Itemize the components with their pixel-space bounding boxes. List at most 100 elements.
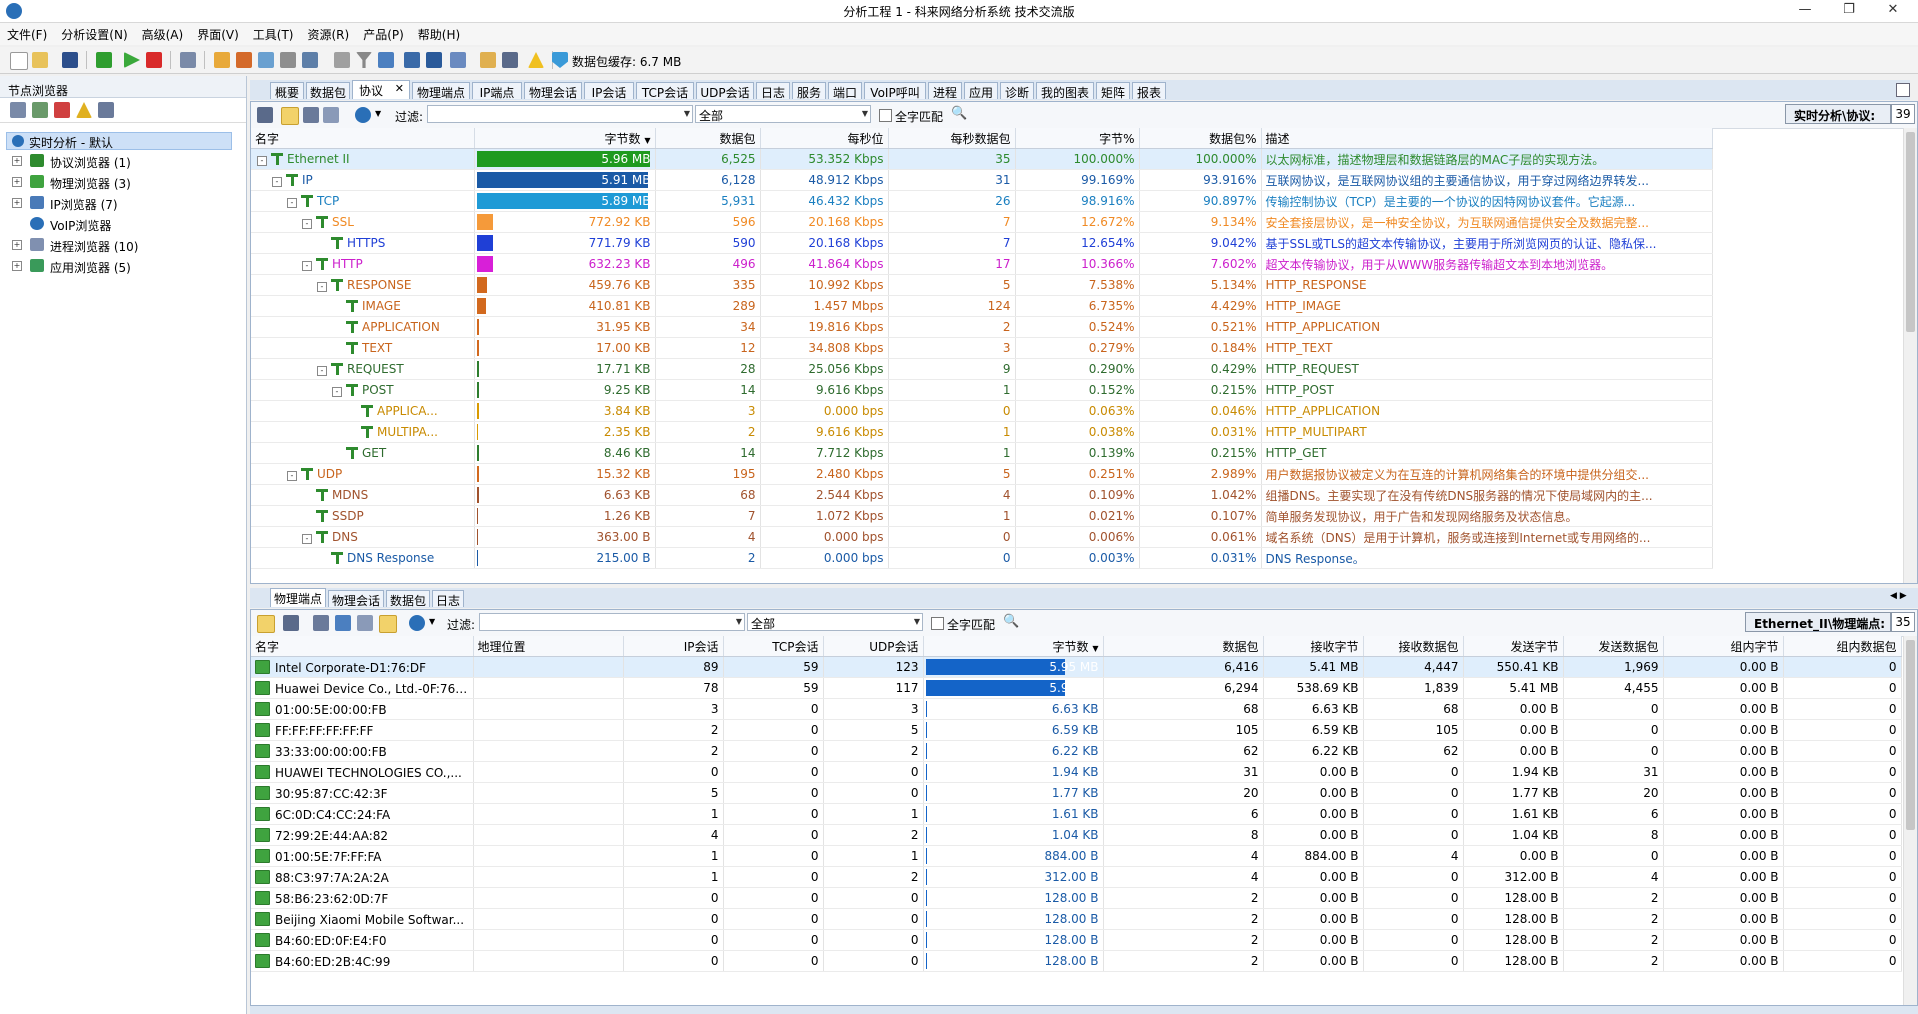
settings-icon[interactable] [180,52,196,68]
monitor-icon[interactable] [426,52,442,68]
endpoint-row[interactable]: B4:60:ED:0F:E4:F0 0 0 0 128.00 B 2 0.00 B 0 128.… [251,929,1902,951]
col-tx-bytes[interactable]: 发送字节 [1463,636,1564,657]
col-ip-sessions[interactable]: IP会话 [623,636,724,657]
col-pps[interactable]: 每秒数据包 [888,128,1016,149]
collapse-icon[interactable]: - [302,534,312,544]
menu-tools[interactable]: 工具(T) [246,23,301,45]
tab-ip-sessions[interactable]: IP会话 [584,82,634,99]
protocol-row[interactable]: - SSL 772.92 KB 596 20.168 Kbps 7 12.672% 9.134… [251,211,1713,233]
scope-select[interactable]: 全部 ▼ [747,613,923,631]
tab-my-charts[interactable]: 我的图表 [1036,82,1094,99]
chart-icon[interactable] [335,615,351,631]
protocol-row[interactable]: HTTPS 771.79 KB 590 20.168 Kbps 7 12.654% 9.04… [251,232,1713,254]
expand-icon[interactable]: + [12,198,22,208]
expand-icon[interactable]: + [12,177,22,187]
menu-view[interactable]: 界面(V) [190,23,246,45]
print-icon[interactable] [502,52,518,68]
col-udp-sessions[interactable]: UDP会话 [823,636,924,657]
endpoint-row[interactable]: 6C:0D:C4:CC:24:FA 1 0 1 1.61 KB 6 0.00 B 0 1.61 … [251,803,1902,825]
columns-icon[interactable] [357,615,373,631]
tab-ip-endpoints[interactable]: IP端点 [472,82,522,99]
endpoint-row[interactable]: 33:33:00:00:00:FB 2 0 2 6.22 KB 62 6.22 KB 62 0.… [251,740,1902,762]
endpoint-row[interactable]: B4:60:ED:2B:4C:99 0 0 0 128.00 B 2 0.00 B 0 128.… [251,950,1902,972]
close-button[interactable]: ✕ [1878,2,1908,20]
expand-icon[interactable]: + [12,156,22,166]
start-capture-icon[interactable] [96,52,112,68]
warning-icon[interactable] [528,52,544,68]
tab-udp-sessions[interactable]: UDP会话 [696,82,754,99]
tab-voip-calls[interactable]: VoIP呼叫 [864,82,926,99]
scroll-thumb[interactable] [1906,640,1915,830]
columns-icon[interactable] [323,107,339,123]
node-list-icon[interactable] [10,102,26,118]
layout-icon[interactable] [257,615,275,633]
funnel-icon[interactable] [356,52,372,68]
col-bytes[interactable]: 字节数 ▼ [923,636,1104,657]
col-rx-packets[interactable]: 接收数据包 [1363,636,1464,657]
packet-icon[interactable] [258,52,274,68]
collapse-icon[interactable]: - [257,156,267,166]
new-icon[interactable] [10,52,28,70]
endpoint-scrollbar[interactable] [1903,636,1917,1005]
scope-select[interactable]: 全部 ▼ [695,105,871,123]
network-icon[interactable] [302,52,318,68]
close-tab-icon[interactable]: ✕ [395,82,404,95]
search-icon[interactable]: 🔍 [1003,614,1019,629]
whole-word-checkbox[interactable] [931,617,944,630]
chevron-down-icon[interactable]: ▼ [736,617,742,626]
col-geo[interactable]: 地理位置 [473,636,624,657]
protocol-row[interactable]: IMAGE 410.81 KB 289 1.457 Mbps 124 6.735% 4.42… [251,295,1713,317]
node-export-icon[interactable] [98,102,114,118]
col-name[interactable]: 名字 [251,128,475,149]
search-icon[interactable]: 🔍 [951,106,967,121]
edit-icon[interactable] [480,52,496,68]
menu-resources[interactable]: 资源(R) [300,23,356,45]
camera-icon[interactable] [404,52,420,68]
menu-products[interactable]: 产品(P) [356,23,411,45]
protocol-row[interactable]: GET 8.46 KB 14 7.712 Kbps 1 0.139% 0.215% HTTP_… [251,442,1713,464]
scroll-thumb[interactable] [1906,132,1915,332]
collapse-icon[interactable]: - [317,366,327,376]
protocol-row[interactable]: MDNS 6.63 KB 68 2.544 Kbps 4 0.109% 1.042% 组播DN… [251,484,1713,506]
tree-root-realtime[interactable]: 实时分析 - 默认 [6,132,232,150]
filter-input[interactable]: ▼ [479,613,745,631]
endpoint-row[interactable]: 88:C3:97:7A:2A:2A 1 0 2 312.00 B 4 0.00 B 0 312.… [251,866,1902,888]
protocol-row[interactable]: - REQUEST 17.71 KB 28 25.056 Kbps 9 0.290% 0.42… [251,358,1713,380]
tab-scroll-icon[interactable]: ◀ ▶ [1890,591,1907,601]
collapse-icon[interactable]: - [272,177,282,187]
collapse-icon[interactable]: - [287,198,297,208]
save-icon[interactable] [62,52,78,68]
filter-icon[interactable] [313,615,329,631]
tab-bottom-log[interactable]: 日志 [432,590,464,607]
filter-tool-icon[interactable] [214,52,230,68]
list-icon[interactable] [334,52,350,68]
export-icon[interactable] [257,107,273,123]
chevron-down-icon[interactable]: ▼ [684,109,690,118]
protocol-row[interactable]: - TCP 5.89 MB 5,931 46.432 Kbps 26 98.916% 90.8… [251,190,1713,212]
tree-view-icon[interactable] [281,107,299,125]
col-bytes-pct[interactable]: 字节% [1015,128,1140,149]
chart-icon[interactable] [378,52,394,68]
endpoint-row[interactable]: 01:00:5E:7F:FF:FA 1 0 1 884.00 B 4 884.00 B 4 0.… [251,845,1902,867]
protocol-row[interactable]: - HTTP 632.23 KB 496 41.864 Kbps 17 10.366% 7.6… [251,253,1713,275]
whole-word-checkbox[interactable] [879,109,892,122]
play-icon[interactable] [124,52,140,68]
col-name[interactable]: 名字 [251,636,474,657]
col-packets-pct[interactable]: 数据包% [1139,128,1262,149]
tab-bottom-packets[interactable]: 数据包 [386,590,430,607]
tools-icon[interactable] [236,52,252,68]
protocol-row[interactable]: SSDP 1.26 KB 7 1.072 Kbps 1 0.021% 0.107% 简单服务发… [251,505,1713,527]
expand-icon[interactable]: + [12,240,22,250]
collapse-icon[interactable]: - [302,219,312,229]
protocol-row[interactable]: - DNS 363.00 B 4 0.000 bps 0 0.006% 0.061% 域名系统（… [251,526,1713,548]
endpoint-row[interactable]: 72:99:2E:44:AA:82 4 0 2 1.04 KB 8 0.00 B 0 1.04 … [251,824,1902,846]
chevron-down-icon[interactable]: ▼ [375,109,381,118]
menu-advanced[interactable]: 高级(A) [135,23,191,45]
endpoint-row[interactable]: 58:B6:23:62:0D:7F 0 0 0 128.00 B 2 0.00 B 0 128.… [251,887,1902,909]
tab-ports[interactable]: 端口 [828,82,862,99]
collapse-icon[interactable]: - [302,261,312,271]
tab-tcp-sessions[interactable]: TCP会话 [636,82,694,99]
protocol-row[interactable]: MULTIPA... 2.35 KB 2 9.616 Kbps 1 0.038% 0.031… [251,421,1713,443]
refresh-icon[interactable] [409,615,425,631]
tab-reports[interactable]: 报表 [1132,82,1166,99]
